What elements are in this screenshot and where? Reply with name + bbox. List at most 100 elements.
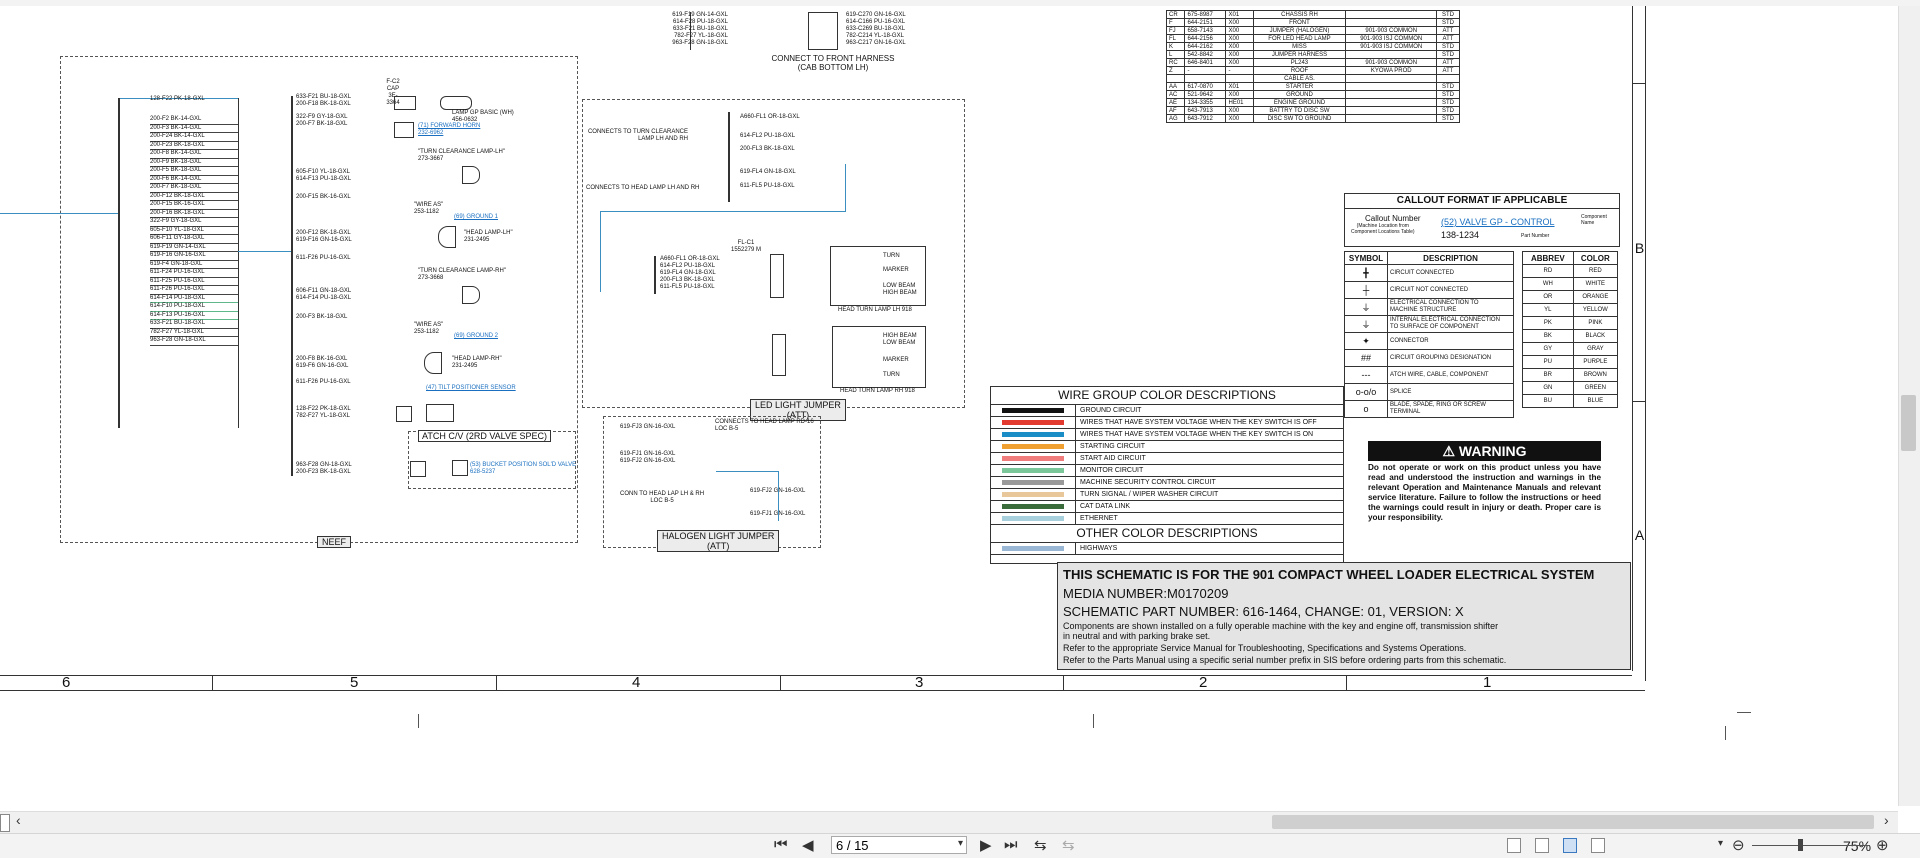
parts-cell: X00 [1225, 50, 1254, 59]
parts-row: AA 617-0870 X01 STARTER STD [1165, 82, 1460, 91]
abbrev-color: BROWN [1572, 368, 1619, 382]
wire-label: 611-F26 PU-16-GXL [296, 255, 351, 261]
harness-top-left-wires: 619-F19 GN-14-GXL 614-F28 PU-18-GXL 633-… [652, 12, 792, 47]
wire-color-swatch [991, 489, 1076, 500]
page-dropdown-icon[interactable]: ▾ [958, 838, 963, 849]
zoom-dropdown-icon[interactable]: ▾ [1718, 838, 1723, 849]
parts-cell: ENGINE GROUND [1252, 98, 1347, 107]
page-number-input[interactable] [831, 836, 967, 854]
wire-label: 619-FL4 GN-18-GXL [660, 270, 716, 276]
neef-wire-group-c: 200-F12 BK-18-GXL 619-F16 GN-16-GXL 611-… [296, 230, 352, 262]
symbol-glyph: ┼ [1343, 281, 1389, 299]
wire-label: 963-F28 GN-18-GXL [296, 462, 352, 468]
component-label: LAMP GP BASIC (WH) 456-0632 [452, 110, 514, 123]
zoom-slider-handle[interactable] [1798, 839, 1803, 851]
single-page-view-icon[interactable] [1507, 838, 1521, 853]
wire-label: 200-F9 BK-18-GXL [150, 159, 238, 167]
wire-label: 200-FL3 BK-18-GXL [660, 277, 715, 283]
vertical-scroll-thumb[interactable] [1901, 395, 1916, 451]
wire-group-row: CAT DATA LINK [991, 501, 1343, 513]
head-lamp-rh-box: HIGH BEAM LOW BEAM MARKER TURN [832, 326, 926, 388]
parts-cell: JUMPER (HALOGEN) [1252, 26, 1347, 35]
horizontal-scroll-thumb[interactable] [1272, 815, 1874, 829]
parts-cell: Z [1165, 66, 1186, 75]
two-page-view-icon[interactable] [1563, 838, 1577, 853]
scroll-right-icon[interactable]: › [1884, 812, 1889, 828]
callout-example-link[interactable]: (52) VALVE GP - CONTROL [1441, 217, 1555, 227]
zoom-in-icon[interactable]: ⊕ [1876, 836, 1889, 854]
grid-column-label: 2 [1199, 674, 1208, 691]
head-lamp-lh-box: TURN MARKER LOW BEAM HIGH BEAM [830, 246, 926, 306]
callout-part-number: 138-1234 [1441, 230, 1480, 240]
wire-line [778, 471, 779, 521]
note-line: Refer to the appropriate Service Manual … [1063, 643, 1467, 653]
two-page-continuous-icon[interactable] [1591, 838, 1605, 853]
previous-view-icon[interactable]: ⇆ [1034, 836, 1047, 854]
halogen-wire-list-a: 619-FJ3 GN-16-GXL 619-FJ1 GN-16-GXL 619-… [620, 424, 675, 465]
parts-row: AF 643-7913 X00 BATTRY TO DISC SW STD [1165, 106, 1460, 115]
next-view-icon[interactable]: ⇆ [1062, 836, 1075, 854]
neef-wire-group-d: 606-F11 GN-18-GXL 614-F14 PU-18-GXL 200-… [296, 288, 351, 321]
horn-link[interactable]: (71) FORWARD HORN 232-6962 [418, 123, 480, 137]
wire-group-label: MACHINE SECURITY CONTROL CIRCUIT [1080, 479, 1216, 486]
abbrev-row: GY GRAY [1522, 342, 1619, 356]
last-page-icon[interactable]: ⏭ [1004, 836, 1018, 853]
symbol-row: ╋ CIRCUIT CONNECTED [1343, 264, 1514, 282]
swatch-bar [1002, 492, 1064, 497]
continuous-view-icon[interactable] [1535, 838, 1549, 853]
wire-line [0, 213, 120, 214]
parts-cell: X00 [1225, 90, 1254, 99]
abbrev-row: WH WHITE [1522, 277, 1619, 291]
component-label: "WIRE AS" 253-1182 [414, 322, 444, 335]
zoom-out-icon[interactable]: ⊖ [1732, 836, 1745, 854]
wire-label: 200-F6 BK-14-GXL [150, 176, 238, 184]
parts-cell: 643-7912 [1184, 114, 1227, 123]
wire-label: 963-F28 GN-18-GXL [672, 40, 728, 46]
wire-label: 963-F28 GN-18-GXL [150, 337, 238, 346]
parts-cell: 658-7143 [1184, 26, 1227, 35]
abbrev-color: GRAY [1572, 342, 1619, 356]
bucket-valve-link[interactable]: (53) BUCKET POSITION SOL'D VALVE 628-523… [470, 462, 576, 476]
parts-cell: 901-903 ISJ COMMON [1345, 42, 1437, 51]
wire-label: 128-F22 PK-18-GXL [150, 96, 205, 102]
scroll-left-icon[interactable]: ‹ [16, 812, 21, 828]
symbol-description: CIRCUIT GROUPING DESIGNATION [1387, 349, 1514, 367]
wire-label: 200-FL3 BK-18-GXL [740, 146, 795, 152]
ground-link[interactable]: (69) GROUND 2 [454, 333, 498, 339]
parts-row: AC 521-9642 X00 GROUND STD [1165, 90, 1460, 99]
parts-cell: RC [1165, 58, 1186, 67]
abbrev-header: ABBREV [1522, 251, 1574, 265]
zoom-slider-track[interactable] [1752, 845, 1870, 846]
frame-line [1645, 6, 1646, 681]
parts-row: AG 643-7912 X00 DISC SW TO GROUND STD [1165, 114, 1460, 123]
harness-connector [808, 12, 838, 50]
parts-cell: STARTER [1252, 82, 1347, 91]
parts-cell: STD [1436, 42, 1460, 51]
zoom-level[interactable]: 75% [1843, 838, 1871, 854]
warning-header: ⚠ WARNING [1368, 441, 1601, 461]
tilt-sensor-link[interactable]: (47) TILT POSITIONER SENSOR [426, 385, 516, 391]
symbol-glyph: ✦ [1343, 332, 1389, 350]
wire-label: 200-F7 BK-18-GXL [150, 184, 238, 193]
parts-row: L 542-8842 X00 JUMPER HARNESS STD [1165, 50, 1460, 59]
abbrev-code: WH [1522, 277, 1574, 291]
component-label: "WIRE AS" 253-1182 [414, 202, 444, 215]
first-page-icon[interactable]: ⏮ [774, 836, 788, 853]
symbol-row: ┼ CIRCUIT NOT CONNECTED [1343, 281, 1514, 299]
wire-label: 782-F27 YL-18-GXL [150, 329, 238, 337]
halogen-jumper-label: HALOGEN LIGHT JUMPER (ATT) [657, 530, 780, 552]
frame-tick [1346, 675, 1347, 690]
wire-group-label: ETHERNET [1080, 515, 1118, 522]
ground-link[interactable]: (69) GROUND 1 [454, 214, 498, 220]
parts-cell [1345, 10, 1437, 19]
wire-group-label: TURN SIGNAL / WIPER WASHER CIRCUIT [1080, 491, 1219, 498]
parts-cell [1345, 106, 1437, 115]
callout-title: CALLOUT FORMAT IF APPLICABLE [1345, 194, 1619, 209]
wire-group-label: START AID CIRCUIT [1080, 455, 1146, 462]
media-number: MEDIA NUMBER:M0170209 [1063, 586, 1229, 601]
parts-cell: MISS [1252, 42, 1347, 51]
parts-cell: K [1165, 42, 1186, 51]
abbrev-code: GY [1522, 342, 1574, 356]
next-page-icon[interactable]: ▶ [980, 836, 992, 854]
previous-page-icon[interactable]: ◀ [802, 836, 814, 854]
